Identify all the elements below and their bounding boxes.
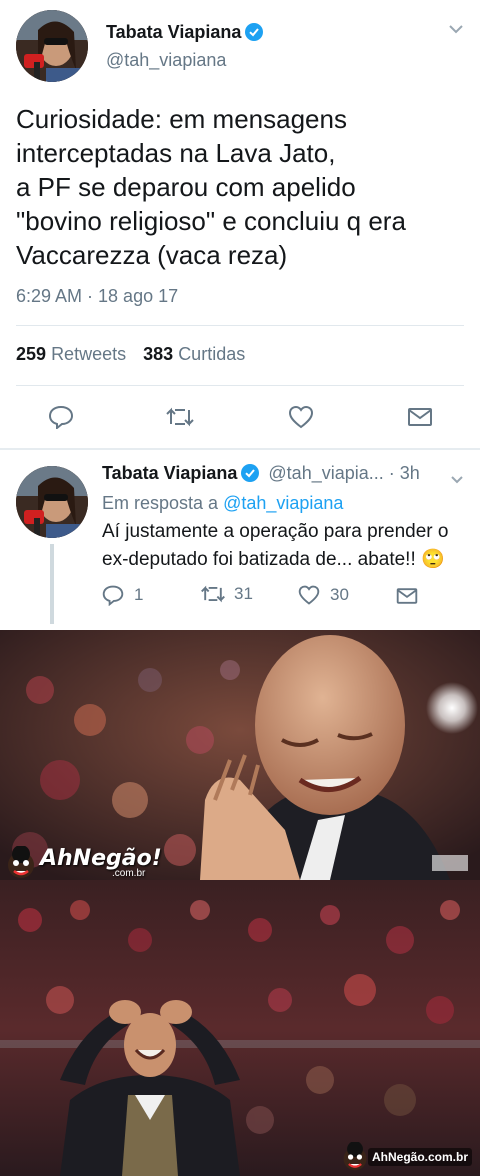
retweet-icon: [166, 407, 194, 427]
mascot-logo-icon: [8, 846, 34, 878]
in-reply-to: Em resposta a @tah_viapiana: [102, 493, 343, 514]
retweets-label[interactable]: Retweets: [51, 344, 126, 364]
likes-count[interactable]: 383: [143, 344, 173, 364]
retweets-count[interactable]: 259: [16, 344, 46, 364]
meme-photo-bottom: AhNegão.com.br: [0, 880, 480, 1176]
author-handle[interactable]: @tah_viapiana: [106, 50, 226, 71]
reply-text-line: Aí justamente a operação para prender o: [102, 521, 449, 542]
envelope-icon: [396, 588, 418, 604]
chevron-down-icon[interactable]: [450, 472, 464, 490]
reply-author-handle[interactable]: @tah_viapia...: [268, 463, 383, 483]
reply-actions: 1 31 30: [102, 584, 472, 612]
thread-line: [50, 544, 54, 624]
reply-author-name[interactable]: Tabata Viapiana: [102, 463, 237, 483]
reply-icon: [48, 405, 74, 429]
tweet-text-line: Vaccarezza (vaca reza): [16, 240, 288, 270]
watermark-logo-bottom: AhNegão.com.br: [340, 1142, 478, 1174]
avatar-photo: [16, 10, 88, 82]
reply-button[interactable]: [46, 403, 76, 431]
divider: [16, 385, 464, 386]
tweet-text: Curiosidade: em mensagens interceptadas …: [16, 102, 466, 272]
tweet-text-line: Curiosidade: em mensagens: [16, 104, 347, 134]
tweet-timestamp[interactable]: 6:29 AM · 18 ago 17: [16, 286, 178, 307]
reply-header: Tabata Viapiana @tah_viapia... · 3h: [102, 463, 420, 484]
reply-retweet-button[interactable]: 31: [200, 584, 253, 604]
retweet-count: 31: [234, 584, 253, 603]
meme-photo-top-image: [0, 630, 480, 880]
reply-reply-button[interactable]: 1: [102, 584, 143, 606]
watermark-brand-top-sub: .com.br: [112, 868, 146, 879]
verified-badge-icon: [245, 23, 264, 41]
author-avatar[interactable]: [16, 10, 88, 82]
reply-icon: [102, 585, 124, 606]
reply-text-line: ex-deputado foi batizada de... abate!! 🙄: [102, 549, 445, 570]
verified-badge-icon: [241, 464, 260, 482]
watermark-logo-top: AhNegão! .com.br: [4, 846, 164, 880]
watermark-brand-bottom: AhNegão.com.br: [368, 1148, 473, 1166]
section-separator: [0, 448, 480, 450]
reply-text: Aí justamente a operação para prender o …: [102, 518, 474, 574]
author-name[interactable]: Tabata Viapiana: [106, 22, 264, 43]
divider: [16, 325, 464, 326]
retweet-button[interactable]: [164, 403, 196, 431]
mascot-logo-icon: [343, 1142, 367, 1171]
tweet-text-line: "bovino religioso" e concluiu q era: [16, 206, 406, 236]
tweet-text-line: a PF se deparou com apelido: [16, 172, 356, 202]
retweet-icon: [201, 585, 225, 603]
in-reply-handle-link[interactable]: @tah_viapiana: [223, 493, 343, 513]
tweet-text-line: interceptadas na Lava Jato,: [16, 138, 336, 168]
reply-age: · 3h: [388, 463, 420, 483]
reply-dm-button[interactable]: [396, 586, 418, 611]
meme-photo-top: AhNegão! .com.br: [0, 630, 480, 880]
reply-count: 1: [134, 585, 144, 604]
envelope-icon: [408, 408, 432, 426]
chevron-down-icon[interactable]: [448, 22, 464, 40]
like-count: 30: [330, 585, 349, 604]
heart-icon: [298, 585, 320, 605]
in-reply-prefix: Em resposta a: [102, 493, 219, 513]
direct-message-button[interactable]: [405, 403, 435, 431]
reply-author-avatar[interactable]: [16, 466, 88, 538]
likes-label[interactable]: Curtidas: [178, 344, 245, 364]
like-button[interactable]: [286, 403, 316, 431]
author-name-text[interactable]: Tabata Viapiana: [106, 22, 241, 42]
avatar-photo: [16, 466, 88, 538]
meme-photo-bottom-image: [0, 880, 480, 1176]
heart-icon: [288, 405, 314, 429]
tweet-stats: 259 Retweets 383 Curtidas: [16, 344, 245, 365]
reply-like-button[interactable]: 30: [298, 584, 349, 606]
